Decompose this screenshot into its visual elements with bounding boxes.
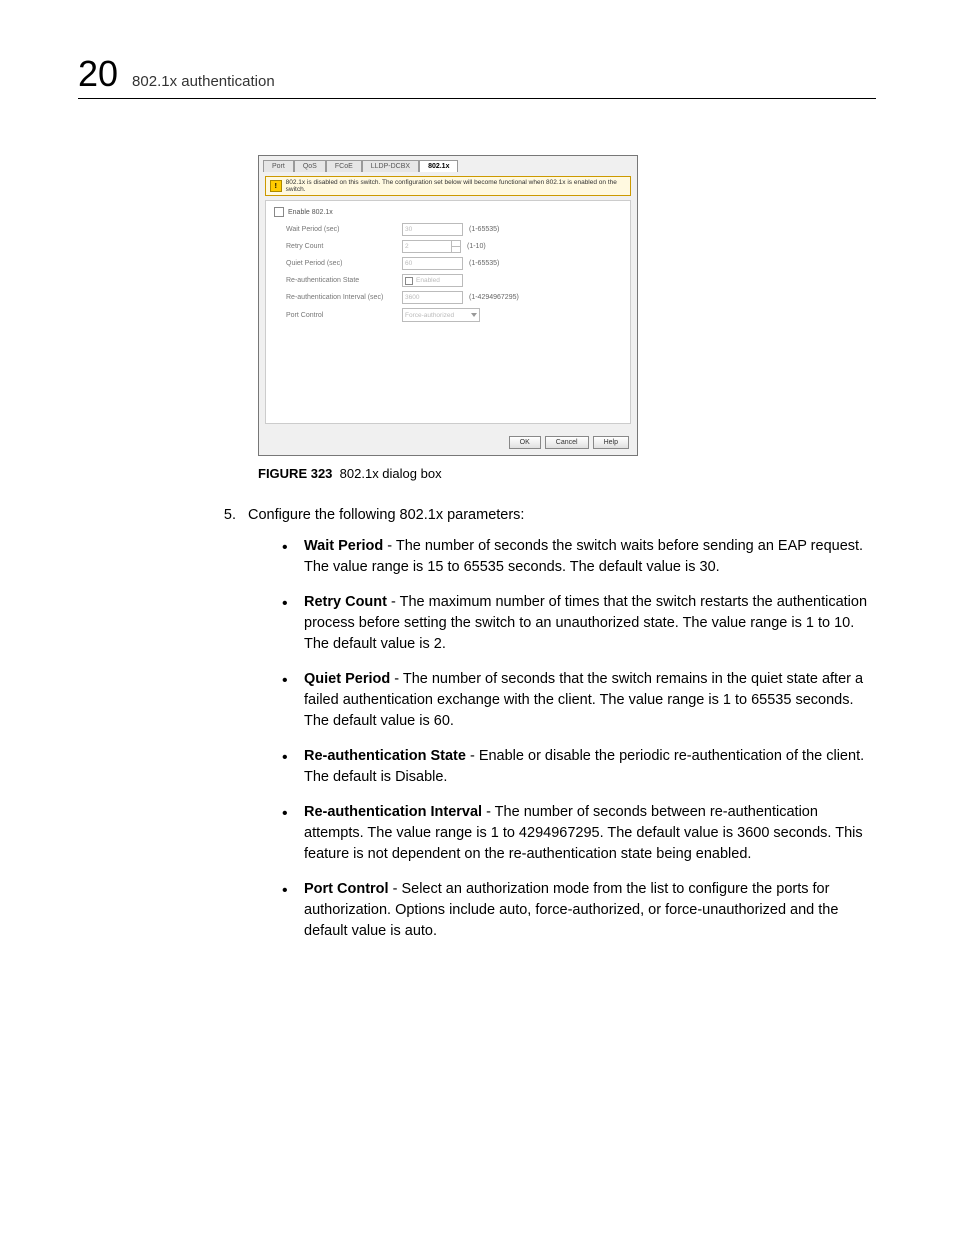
term: Quiet Period <box>304 671 390 687</box>
desc: - The maximum number of times that the s… <box>304 594 867 652</box>
term: Retry Count <box>304 594 387 610</box>
figure-caption: FIGURE 323 802.1x dialog box <box>258 466 638 481</box>
retry-count-input[interactable]: 2 <box>402 240 461 253</box>
reauth-state-checkbox[interactable]: Enabled <box>402 274 463 287</box>
reauth-interval-input[interactable]: 3600 <box>402 291 463 304</box>
figure-title: 802.1x dialog box <box>340 466 442 481</box>
help-button[interactable]: Help <box>593 436 629 449</box>
form-area: Enable 802.1x Wait Period (sec) 30 (1-65… <box>265 200 631 424</box>
button-bar: OK Cancel Help <box>259 430 637 455</box>
list-item: Quiet Period - The number of seconds tha… <box>278 669 876 732</box>
chapter-title: 802.1x authentication <box>132 73 275 90</box>
cancel-button[interactable]: Cancel <box>545 436 589 449</box>
list-item: Re-authentication State - Enable or disa… <box>278 746 876 788</box>
quiet-period-input[interactable]: 60 <box>402 257 463 270</box>
port-control-label: Port Control <box>286 312 396 319</box>
list-item: Re-authentication Interval - The number … <box>278 802 876 865</box>
step-text: Configure the following 802.1x parameter… <box>248 505 524 526</box>
checkbox-icon <box>405 277 413 285</box>
term: Port Control <box>304 881 389 897</box>
checkbox-icon <box>274 207 284 217</box>
tab-8021x[interactable]: 802.1x <box>419 160 458 172</box>
page-header: 20 802.1x authentication <box>78 56 876 99</box>
step-number: 5. <box>218 505 236 526</box>
port-control-select[interactable]: Force-authorized <box>402 308 480 322</box>
tab-qos[interactable]: QoS <box>294 160 326 172</box>
warning-text: 802.1x is disabled on this switch. The c… <box>286 179 626 193</box>
retry-count-range: (1-10) <box>467 243 486 250</box>
reauth-state-label: Re-authentication State <box>286 277 396 284</box>
list-item: Port Control - Select an authorization m… <box>278 879 876 942</box>
chapter-number: 20 <box>78 56 118 92</box>
desc: - The number of seconds the switch waits… <box>304 538 863 575</box>
list-item: Wait Period - The number of seconds the … <box>278 536 876 578</box>
spinner-icon[interactable] <box>451 240 460 253</box>
term: Wait Period <box>304 538 383 554</box>
tab-bar: Port QoS FCoE LLDP-DCBX 802.1x <box>259 156 637 172</box>
tab-fcoe[interactable]: FCoE <box>326 160 362 172</box>
enable-label: Enable 802.1x <box>288 209 333 216</box>
parameter-list: Wait Period - The number of seconds the … <box>278 536 876 942</box>
tab-port[interactable]: Port <box>263 160 294 172</box>
figure-number: FIGURE 323 <box>258 466 332 481</box>
dialog-box: Port QoS FCoE LLDP-DCBX 802.1x ! 802.1x … <box>258 155 638 456</box>
enable-8021x-checkbox[interactable]: Enable 802.1x <box>274 207 622 217</box>
warning-icon: ! <box>270 180 282 192</box>
reauth-interval-range: (1-4294967295) <box>469 294 519 301</box>
wait-period-range: (1-65535) <box>469 226 499 233</box>
reauth-interval-label: Re-authentication Interval (sec) <box>286 294 396 301</box>
wait-period-label: Wait Period (sec) <box>286 226 396 233</box>
ok-button[interactable]: OK <box>509 436 541 449</box>
chevron-down-icon <box>471 313 477 317</box>
quiet-period-label: Quiet Period (sec) <box>286 260 396 267</box>
tab-lldp-dcbx[interactable]: LLDP-DCBX <box>362 160 419 172</box>
list-item: Retry Count - The maximum number of time… <box>278 592 876 655</box>
step-5: 5. Configure the following 802.1x parame… <box>218 505 876 526</box>
retry-count-label: Retry Count <box>286 243 396 250</box>
warning-banner: ! 802.1x is disabled on this switch. The… <box>265 176 631 196</box>
term: Re-authentication State <box>304 748 466 764</box>
quiet-period-range: (1-65535) <box>469 260 499 267</box>
term: Re-authentication Interval <box>304 804 482 820</box>
wait-period-input[interactable]: 30 <box>402 223 463 236</box>
